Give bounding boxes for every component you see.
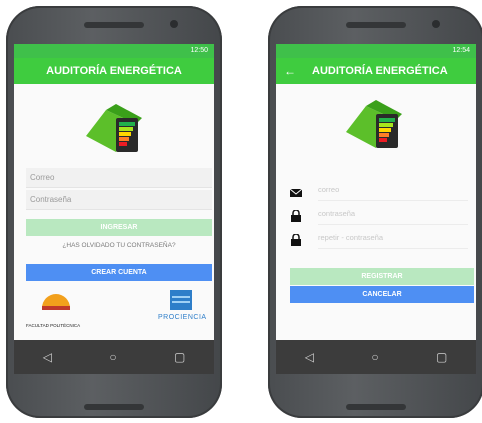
- recents-nav-icon[interactable]: ▢: [436, 350, 447, 364]
- bottom-speaker: [84, 404, 144, 410]
- app-logo: [86, 104, 142, 152]
- login-button[interactable]: INGRESAR: [26, 219, 212, 236]
- password-field[interactable]: Contraseña: [26, 190, 212, 210]
- app-bar: ← AUDITORÍA ENERGÉTICA: [276, 58, 476, 84]
- front-camera: [432, 20, 440, 28]
- app-bar: AUDITORÍA ENERGÉTICA: [14, 58, 214, 84]
- home-nav-icon[interactable]: ○: [371, 350, 378, 364]
- repeat-password-field[interactable]: repetir - contraseña: [318, 228, 468, 249]
- app-title: AUDITORÍA ENERGÉTICA: [312, 65, 448, 77]
- prociencia-caption: PROCIENCIA: [158, 314, 207, 321]
- nav-bar: ◁ ○ ▢: [14, 340, 214, 374]
- faculty-logo: [42, 294, 70, 310]
- home-nav-icon[interactable]: ○: [109, 350, 116, 364]
- bottom-speaker: [346, 404, 406, 410]
- earpiece-speaker: [346, 22, 406, 28]
- email-field[interactable]: Correo: [26, 168, 212, 188]
- register-button[interactable]: REGISTRAR: [290, 268, 474, 285]
- cancel-button[interactable]: CANCELAR: [290, 286, 474, 303]
- recents-nav-icon[interactable]: ▢: [174, 350, 185, 364]
- earpiece-speaker: [84, 22, 144, 28]
- login-screen: 12:50 AUDITORÍA ENERGÉTICA Correo Contra…: [14, 44, 214, 374]
- lock-icon: [291, 234, 301, 246]
- status-bar: 12:50: [14, 44, 214, 58]
- app-title: AUDITORÍA ENERGÉTICA: [46, 65, 182, 77]
- status-time: 12:54: [452, 47, 470, 54]
- email-icon: [290, 188, 302, 197]
- register-screen: 12:54 ← AUDITORÍA ENERGÉTICA correo cont…: [276, 44, 476, 374]
- phone-left: 12:50 AUDITORÍA ENERGÉTICA Correo Contra…: [6, 6, 222, 418]
- prociencia-emblem: [170, 290, 192, 310]
- faculty-caption: FACULTAD POLITÉCNICA: [26, 323, 81, 328]
- lock-icon: [291, 210, 301, 222]
- back-nav-icon[interactable]: ◁: [305, 350, 314, 364]
- forgot-password-link[interactable]: ¿HAS OLVIDADO TU CONTRASEÑA?: [26, 242, 212, 249]
- status-bar: 12:54: [276, 44, 476, 58]
- back-arrow-icon[interactable]: ←: [284, 58, 296, 84]
- email-field[interactable]: correo: [318, 180, 468, 201]
- front-camera: [170, 20, 178, 28]
- app-logo: [346, 100, 402, 148]
- password-field[interactable]: contraseña: [318, 204, 468, 225]
- nav-bar: ◁ ○ ▢: [276, 340, 476, 374]
- status-time: 12:50: [190, 47, 208, 54]
- create-account-button[interactable]: CREAR CUENTA: [26, 264, 212, 281]
- back-nav-icon[interactable]: ◁: [43, 350, 52, 364]
- phone-right: 12:54 ← AUDITORÍA ENERGÉTICA correo cont…: [268, 6, 482, 418]
